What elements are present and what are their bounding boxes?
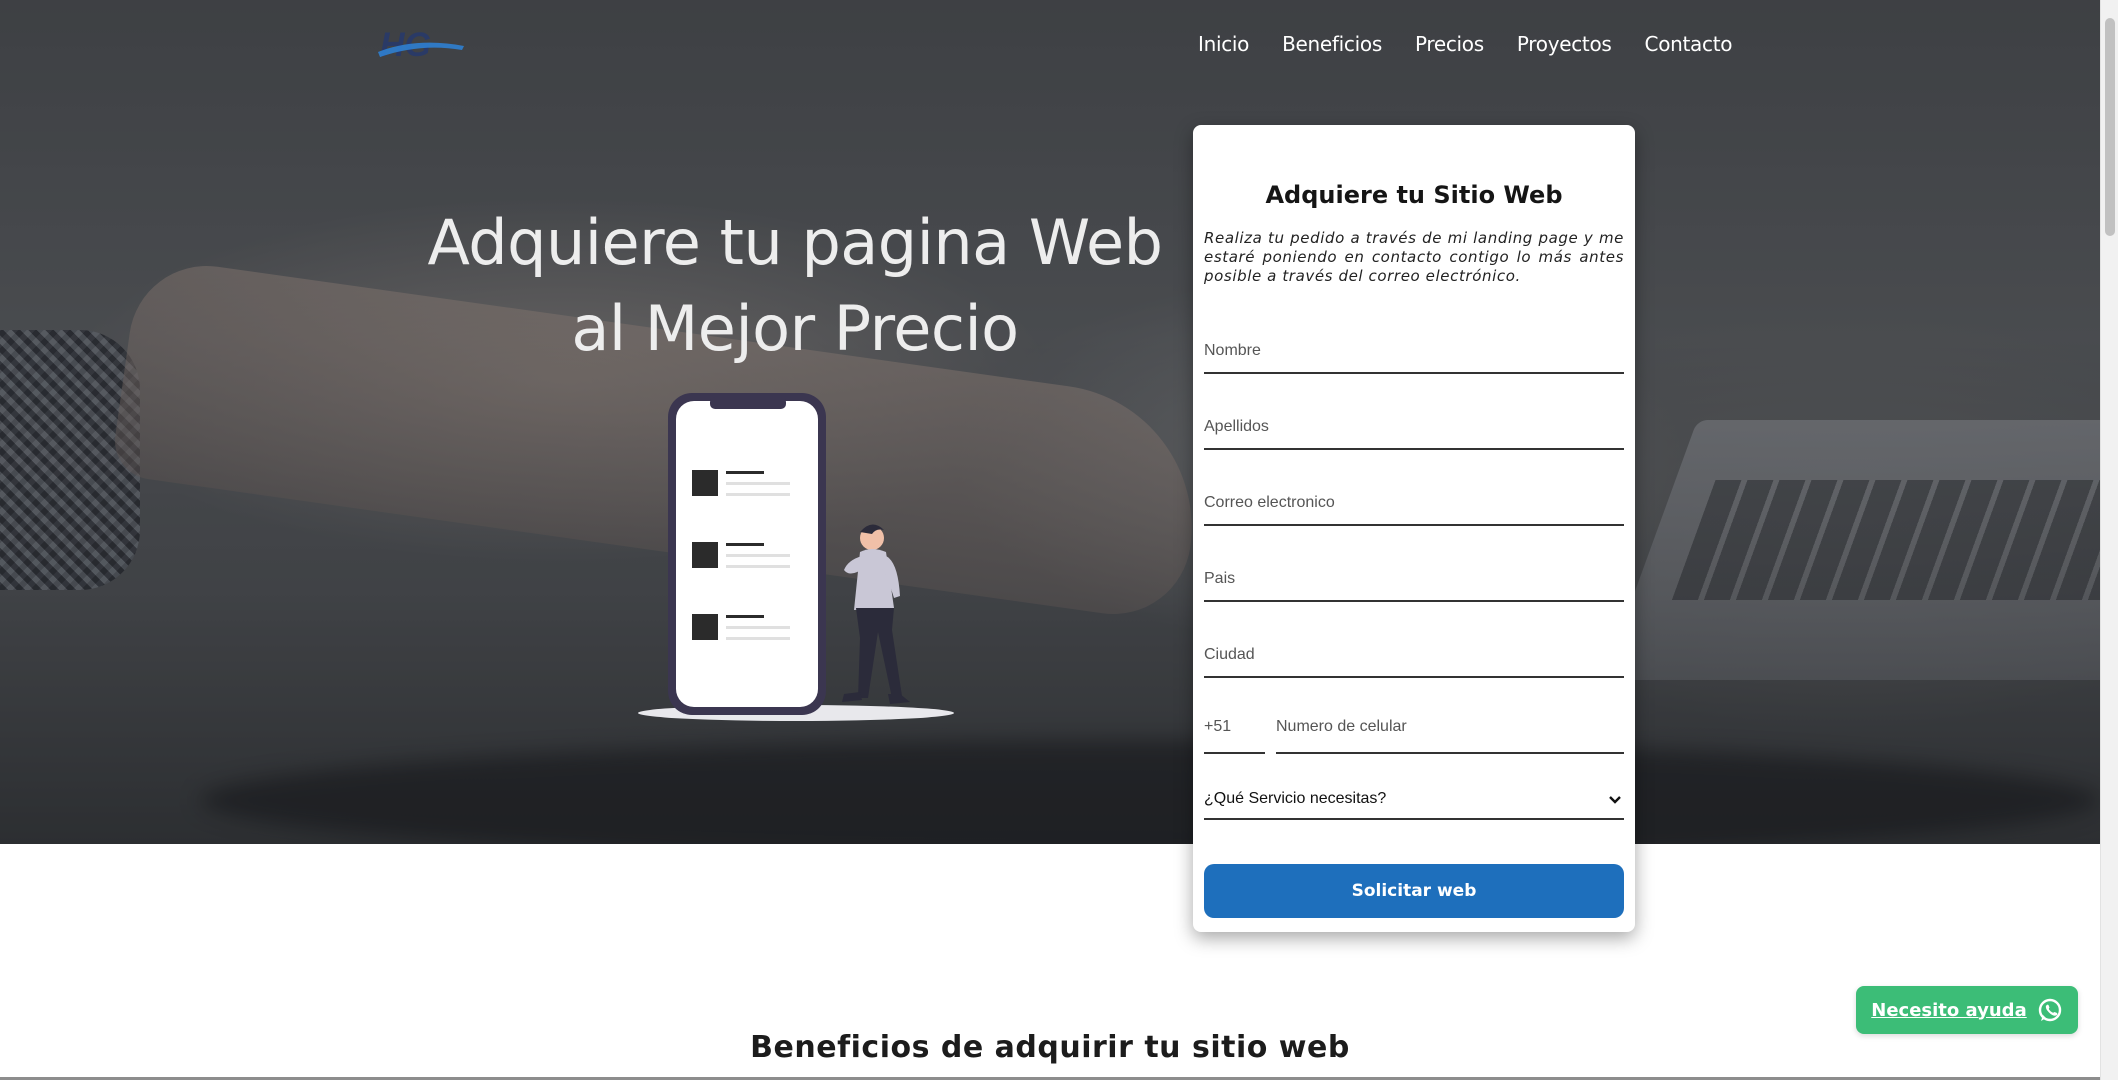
scrollbar-thumb[interactable] <box>2105 18 2115 236</box>
ciudad-input[interactable] <box>1204 646 1624 664</box>
phone-code-wrapper <box>1204 678 1265 754</box>
chevron-down-icon <box>1608 792 1622 810</box>
form-title: Adquiere tu Sitio Web <box>1265 181 1563 209</box>
site-logo[interactable]: HG <box>378 26 464 64</box>
nav-link-inicio[interactable]: Inicio <box>1198 32 1249 56</box>
nav-link-precios[interactable]: Precios <box>1415 32 1484 56</box>
service-select[interactable]: ¿Qué Servicio necesitas? <box>1204 754 1624 820</box>
hero-title: Adquiere tu pagina Web al Mejor Precio <box>427 206 1163 365</box>
phone-person-illustration <box>638 393 954 721</box>
pais-input[interactable] <box>1204 570 1624 588</box>
phone-row <box>1204 678 1624 754</box>
correo-input[interactable] <box>1204 494 1624 512</box>
nombre-field-wrapper <box>1204 298 1624 374</box>
help-button-label: Necesito ayuda <box>1871 999 2027 1021</box>
vertical-scrollbar[interactable] <box>2100 0 2118 1080</box>
main-nav: Inicio Beneficios Precios Proyectos Cont… <box>1198 32 1732 56</box>
hero-overlay <box>0 0 2100 844</box>
help-whatsapp-button[interactable]: Necesito ayuda <box>1856 986 2078 1034</box>
nav-link-beneficios[interactable]: Beneficios <box>1282 32 1382 56</box>
service-select-value: ¿Qué Servicio necesitas? <box>1204 790 1387 807</box>
phone-number-input[interactable] <box>1276 718 1624 736</box>
nav-link-contacto[interactable]: Contacto <box>1645 32 1733 56</box>
phone-number-wrapper <box>1276 678 1624 754</box>
nav-link-proyectos[interactable]: Proyectos <box>1517 32 1612 56</box>
apellidos-field-wrapper <box>1204 374 1624 450</box>
correo-field-wrapper <box>1204 450 1624 526</box>
phone-code-input[interactable] <box>1204 718 1265 736</box>
benefits-heading: Beneficios de adquirir tu sitio web <box>750 1030 1350 1065</box>
form-description: Realiza tu pedido a través de mi landing… <box>1204 229 1624 285</box>
nombre-input[interactable] <box>1204 342 1624 360</box>
ciudad-field-wrapper <box>1204 602 1624 678</box>
apellidos-input[interactable] <box>1204 418 1624 436</box>
solicitar-web-button[interactable]: Solicitar web <box>1204 864 1624 918</box>
pais-field-wrapper <box>1204 526 1624 602</box>
page: HG Inicio Beneficios Precios Proyectos C… <box>0 0 2118 1080</box>
whatsapp-icon <box>2038 998 2061 1022</box>
order-form: Adquiere tu Sitio Web Realiza tu pedido … <box>1193 125 1635 932</box>
hero-section: HG Inicio Beneficios Precios Proyectos C… <box>0 0 2100 844</box>
